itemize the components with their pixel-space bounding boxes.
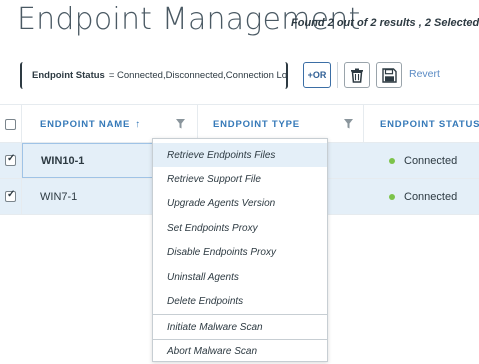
row-checkbox-cell bbox=[0, 179, 22, 214]
column-label: ENDPOINT TYPE bbox=[213, 119, 300, 130]
status-dot-icon bbox=[389, 193, 395, 200]
add-or-filter-button[interactable]: +OR bbox=[303, 62, 331, 88]
menu-item-retrieve-support-file[interactable]: Retrieve Support File bbox=[153, 167, 327, 191]
status-label: Connected bbox=[404, 190, 458, 203]
menu-item-disable-endpoints-proxy[interactable]: Disable Endpoints Proxy bbox=[153, 240, 327, 264]
status-dot-icon bbox=[389, 157, 395, 164]
menu-item-upgrade-agents-version[interactable]: Upgrade Agents Version bbox=[153, 191, 327, 215]
filter-funnel-icon[interactable] bbox=[176, 119, 185, 129]
floppy-disk-icon bbox=[381, 67, 397, 83]
select-all-checkbox[interactable] bbox=[5, 119, 16, 130]
page-header: Endpoint Management Found 2 out of 2 res… bbox=[0, 0, 479, 52]
filter-bar: Endpoint Status = Connected,Disconnected… bbox=[0, 54, 479, 98]
context-menu: Retrieve Endpoints Files Retrieve Suppor… bbox=[152, 138, 328, 362]
revert-link[interactable]: Revert bbox=[409, 68, 440, 80]
endpoint-status-cell: Connected bbox=[364, 179, 479, 214]
select-all-cell bbox=[0, 105, 22, 144]
filter-value: = Connected,Disconnected,Connection Lost bbox=[108, 70, 288, 81]
menu-item-initiate-malware-scan[interactable]: Initiate Malware Scan bbox=[153, 315, 327, 339]
delete-filter-button[interactable] bbox=[344, 62, 370, 88]
column-label: ENDPOINT NAME bbox=[40, 119, 131, 130]
endpoint-status-cell: Connected bbox=[364, 143, 479, 178]
trash-icon bbox=[351, 68, 363, 83]
filter-chip[interactable]: Endpoint Status = Connected,Disconnected… bbox=[20, 62, 288, 89]
filter-key: Endpoint Status bbox=[32, 70, 105, 81]
status-label: Connected bbox=[404, 154, 458, 167]
menu-item-uninstall-agents[interactable]: Uninstall Agents bbox=[153, 265, 327, 289]
toolbar-divider bbox=[337, 62, 338, 88]
column-header-endpoint-status[interactable]: ENDPOINT STATUS bbox=[364, 105, 479, 144]
save-filter-button[interactable] bbox=[376, 62, 402, 88]
row-checkbox[interactable] bbox=[5, 153, 16, 166]
row-checkbox[interactable] bbox=[5, 189, 16, 202]
row-checkbox-cell bbox=[0, 143, 22, 178]
menu-item-delete-endpoints[interactable]: Delete Endpoints bbox=[153, 289, 327, 313]
filter-funnel-icon[interactable] bbox=[344, 119, 353, 129]
menu-item-retrieve-endpoints-files[interactable]: Retrieve Endpoints Files bbox=[153, 143, 327, 167]
menu-item-set-endpoints-proxy[interactable]: Set Endpoints Proxy bbox=[153, 216, 327, 240]
column-label: ENDPOINT STATUS bbox=[380, 119, 479, 130]
results-summary: Found 2 out of 2 results , 2 Selected bbox=[291, 17, 479, 29]
sort-ascending-icon[interactable]: ↑ bbox=[135, 119, 141, 130]
menu-item-abort-malware-scan[interactable]: Abort Malware Scan bbox=[153, 339, 327, 363]
